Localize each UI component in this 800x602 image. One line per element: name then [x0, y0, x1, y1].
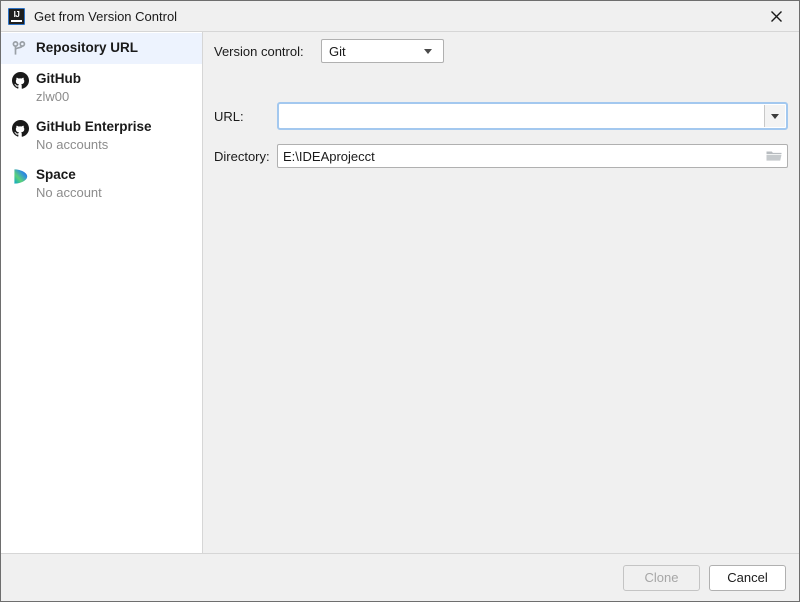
get-from-version-control-dialog: IJ Get from Version Control Repository U… — [0, 0, 800, 602]
sidebar-item-github[interactable]: GitHub zlw00 — [1, 64, 202, 112]
version-control-select[interactable]: Git — [321, 39, 444, 63]
sidebar-item-account: zlw00 — [36, 89, 70, 104]
github-icon — [12, 71, 32, 89]
cancel-button[interactable]: Cancel — [709, 564, 786, 591]
git-branch-icon — [12, 40, 32, 58]
sidebar-item-text: Repository URL — [36, 39, 138, 56]
url-field-wrapper — [277, 102, 788, 130]
sidebar-item-label: Space — [36, 167, 76, 182]
repository-url-panel: Version control: Git URL: Directory: — [203, 32, 799, 553]
sidebar-item-label: Repository URL — [36, 40, 139, 55]
folder-icon[interactable] — [763, 149, 785, 163]
window-title: Get from Version Control — [34, 8, 178, 24]
version-control-label: Version control: — [214, 43, 304, 59]
title-bar: IJ Get from Version Control — [1, 1, 799, 31]
source-list-sidebar: Repository URL GitHub zlw00 GitHub Enter… — [1, 32, 203, 553]
directory-label: Directory: — [214, 148, 270, 164]
app-icon-underline — [11, 19, 22, 22]
url-history-dropdown-button[interactable] — [764, 105, 785, 127]
sidebar-item-label: GitHub — [36, 71, 81, 86]
sidebar-item-account: No accounts — [36, 137, 109, 152]
sidebar-item-text: Space No account — [36, 166, 102, 202]
sidebar-item-text: GitHub Enterprise No accounts — [36, 118, 152, 154]
sidebar-item-text: GitHub zlw00 — [36, 70, 81, 106]
chevron-down-icon — [424, 48, 432, 54]
sidebar-item-account: No account — [36, 185, 102, 200]
url-input[interactable] — [280, 105, 764, 127]
directory-row: Directory: — [214, 144, 788, 168]
app-icon-letters: IJ — [13, 10, 20, 19]
sidebar-item-label: GitHub Enterprise — [36, 119, 152, 134]
sidebar-item-space[interactable]: Space No account — [1, 160, 202, 208]
close-icon[interactable] — [754, 1, 799, 31]
url-label: URL: — [214, 108, 244, 124]
jetbrains-space-icon — [12, 167, 32, 185]
url-row: URL: — [214, 102, 788, 130]
directory-input[interactable] — [283, 148, 763, 164]
chevron-down-icon — [771, 113, 779, 119]
version-control-row: Version control: Git — [214, 39, 444, 63]
version-control-value: Git — [329, 43, 346, 59]
github-icon — [12, 119, 32, 137]
sidebar-item-repository-url[interactable]: Repository URL — [1, 33, 202, 64]
dialog-footer: Clone Cancel — [1, 554, 799, 601]
dialog-content: Repository URL GitHub zlw00 GitHub Enter… — [1, 31, 799, 554]
sidebar-item-github-enterprise[interactable]: GitHub Enterprise No accounts — [1, 112, 202, 160]
clone-button[interactable]: Clone — [623, 564, 700, 591]
directory-field-wrapper — [277, 144, 788, 168]
intellij-idea-icon: IJ — [8, 7, 25, 25]
